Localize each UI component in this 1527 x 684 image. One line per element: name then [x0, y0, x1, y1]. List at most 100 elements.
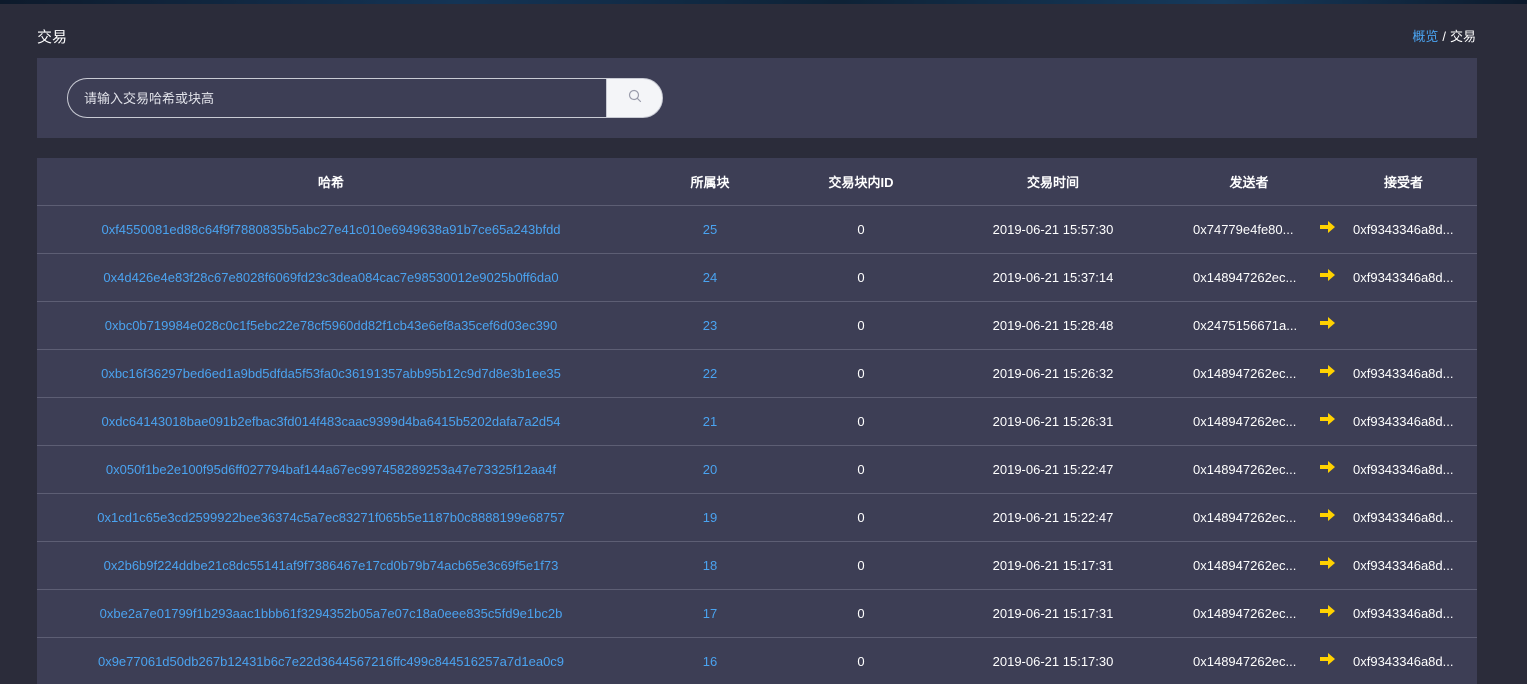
tx-hash-link[interactable]: 0xbc16f36297bed6ed1a9bd5dfda5f53fa0c3619… [37, 349, 625, 398]
tx-index: 0 [795, 301, 927, 350]
tx-hash-link[interactable]: 0xbe2a7e01799f1b293aac1bbb61f3294352b05a… [37, 589, 625, 638]
sender-address: 0x148947262ec... [1179, 541, 1305, 590]
tx-time: 2019-06-21 15:37:14 [927, 253, 1179, 302]
tx-hash-link[interactable]: 0xf4550081ed88c64f9f7880835b5abc27e41c01… [37, 205, 625, 254]
search-icon [628, 89, 642, 108]
table-row: 0x1cd1c65e3cd2599922bee36374c5a7ec83271f… [37, 493, 1477, 542]
transfer-arrow-cell [1305, 637, 1349, 684]
table-row: 0xbe2a7e01799f1b293aac1bbb61f3294352b05a… [37, 589, 1477, 638]
arrow-right-icon [1319, 461, 1336, 477]
search-panel [37, 58, 1477, 138]
block-number-link[interactable]: 19 [625, 493, 795, 542]
transactions-table-panel: 哈希 所属块 交易块内ID 交易时间 发送者 接受者 0xf4550081ed8… [37, 158, 1477, 684]
sender-address: 0x148947262ec... [1179, 493, 1305, 542]
arrow-right-icon [1319, 269, 1336, 285]
tx-time: 2019-06-21 15:17:31 [927, 541, 1179, 590]
arrow-right-icon [1319, 221, 1336, 237]
transfer-arrow-cell [1305, 253, 1349, 302]
tx-index: 0 [795, 205, 927, 254]
table-row: 0xbc0b719984e028c0c1f5ebc22e78cf5960dd82… [37, 301, 1477, 350]
arrow-right-icon [1319, 365, 1336, 381]
arrow-right-icon [1319, 413, 1336, 429]
tx-index: 0 [795, 253, 927, 302]
transactions-table: 哈希 所属块 交易块内ID 交易时间 发送者 接受者 0xf4550081ed8… [37, 158, 1477, 684]
tx-time: 2019-06-21 15:26:32 [927, 349, 1179, 398]
top-decorative-strip [0, 0, 1527, 4]
receiver-address: 0xf9343346a8d... [1349, 445, 1477, 494]
breadcrumb-current: 交易 [1449, 29, 1476, 44]
block-number-link[interactable]: 25 [625, 205, 795, 254]
tx-index: 0 [795, 397, 927, 446]
tx-index: 0 [795, 541, 927, 590]
transfer-arrow-cell [1305, 349, 1349, 398]
receiver-address: 0xf9343346a8d... [1349, 205, 1477, 254]
block-number-link[interactable]: 21 [625, 397, 795, 446]
column-header-tx-index: 交易块内ID [795, 158, 927, 206]
tx-hash-link[interactable]: 0x050f1be2e100f95d6ff027794baf144a67ec99… [37, 445, 625, 494]
receiver-address: 0xf9343346a8d... [1349, 253, 1477, 302]
sender-address: 0x148947262ec... [1179, 637, 1305, 684]
tx-index: 0 [795, 637, 927, 684]
block-number-link[interactable]: 18 [625, 541, 795, 590]
transfer-arrow-cell [1305, 397, 1349, 446]
receiver-address: 0xf9343346a8d... [1349, 589, 1477, 638]
arrow-right-icon [1319, 509, 1336, 525]
block-number-link[interactable]: 16 [625, 637, 795, 684]
block-number-link[interactable]: 23 [625, 301, 795, 350]
receiver-address [1349, 301, 1477, 350]
tx-time: 2019-06-21 15:26:31 [927, 397, 1179, 446]
tx-time: 2019-06-21 15:28:48 [927, 301, 1179, 350]
column-header-receiver: 接受者 [1349, 158, 1477, 206]
tx-hash-link[interactable]: 0xbc0b719984e028c0c1f5ebc22e78cf5960dd82… [37, 301, 625, 350]
receiver-address: 0xf9343346a8d... [1349, 541, 1477, 590]
block-number-link[interactable]: 17 [625, 589, 795, 638]
tx-hash-link[interactable]: 0x1cd1c65e3cd2599922bee36374c5a7ec83271f… [37, 493, 625, 542]
transfer-arrow-cell [1305, 541, 1349, 590]
table-row: 0x050f1be2e100f95d6ff027794baf144a67ec99… [37, 445, 1477, 494]
arrow-right-icon [1319, 317, 1336, 333]
arrow-right-icon [1319, 653, 1336, 669]
table-header-row: 哈希 所属块 交易块内ID 交易时间 发送者 接受者 [37, 158, 1477, 206]
sender-address: 0x148947262ec... [1179, 397, 1305, 446]
receiver-address: 0xf9343346a8d... [1349, 637, 1477, 684]
column-header-sender: 发送者 [1179, 158, 1305, 206]
table-row: 0xf4550081ed88c64f9f7880835b5abc27e41c01… [37, 205, 1477, 254]
tx-time: 2019-06-21 15:17:31 [927, 589, 1179, 638]
block-number-link[interactable]: 24 [625, 253, 795, 302]
page-title: 交易 [37, 29, 68, 46]
tx-time: 2019-06-21 15:22:47 [927, 493, 1179, 542]
table-row: 0x4d426e4e83f28c67e8028f6069fd23c3dea084… [37, 253, 1477, 302]
column-header-time: 交易时间 [927, 158, 1179, 206]
arrow-right-icon [1319, 605, 1336, 621]
sender-address: 0x148947262ec... [1179, 253, 1305, 302]
column-header-block: 所属块 [625, 158, 795, 206]
transfer-arrow-cell [1305, 445, 1349, 494]
table-row: 0xbc16f36297bed6ed1a9bd5dfda5f53fa0c3619… [37, 349, 1477, 398]
transfer-arrow-cell [1305, 301, 1349, 350]
tx-hash-link[interactable]: 0x4d426e4e83f28c67e8028f6069fd23c3dea084… [37, 253, 625, 302]
tx-hash-link[interactable]: 0x2b6b9f224ddbe21c8dc55141af9f7386467e17… [37, 541, 625, 590]
table-row: 0xdc64143018bae091b2efbac3fd014f483caac9… [37, 397, 1477, 446]
breadcrumb-separator: / [1442, 29, 1446, 44]
tx-index: 0 [795, 493, 927, 542]
receiver-address: 0xf9343346a8d... [1349, 397, 1477, 446]
tx-hash-link[interactable]: 0x9e77061d50db267b12431b6c7e22d364456721… [37, 637, 625, 684]
block-number-link[interactable]: 22 [625, 349, 795, 398]
sender-address: 0x148947262ec... [1179, 349, 1305, 398]
search-box [67, 78, 663, 118]
arrow-right-icon [1319, 557, 1336, 573]
tx-time: 2019-06-21 15:22:47 [927, 445, 1179, 494]
breadcrumb-home-link[interactable]: 概览 [1412, 29, 1438, 44]
table-row: 0x2b6b9f224ddbe21c8dc55141af9f7386467e17… [37, 541, 1477, 590]
tx-hash-link[interactable]: 0xdc64143018bae091b2efbac3fd014f483caac9… [37, 397, 625, 446]
transfer-arrow-cell [1305, 205, 1349, 254]
tx-index: 0 [795, 589, 927, 638]
search-input[interactable] [67, 78, 607, 118]
receiver-address: 0xf9343346a8d... [1349, 349, 1477, 398]
table-body: 0xf4550081ed88c64f9f7880835b5abc27e41c01… [37, 205, 1477, 684]
search-button[interactable] [606, 78, 663, 118]
block-number-link[interactable]: 20 [625, 445, 795, 494]
tx-index: 0 [795, 349, 927, 398]
table-row: 0x9e77061d50db267b12431b6c7e22d364456721… [37, 637, 1477, 684]
sender-address: 0x2475156671a... [1179, 301, 1305, 350]
